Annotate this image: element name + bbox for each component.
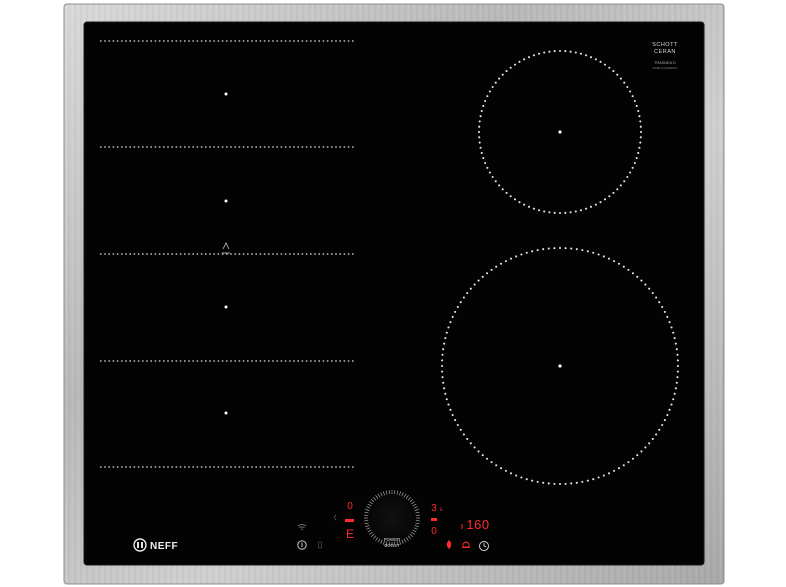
power-boost-line1: POWER	[384, 537, 401, 542]
zone-center-mark	[224, 92, 228, 96]
flex-divider-line	[100, 360, 354, 362]
zone-center-mark	[224, 199, 228, 203]
induction-hob: SCHOTT CERAN TRASNEA D MADE IN GERMANY N…	[63, 3, 725, 585]
ceramic-glass	[84, 22, 704, 565]
zone-center-mark	[558, 130, 562, 134]
glass-brand-line2: CERAN	[654, 49, 676, 55]
zone-center-mark	[224, 411, 228, 415]
mid-display-bottom: 0	[431, 526, 437, 537]
timer-display[interactable]: 160	[461, 517, 490, 532]
power-boost-line2: BOOST	[384, 543, 400, 548]
mid-display-top: 3	[431, 503, 437, 514]
zone-center-mark	[224, 305, 228, 309]
timer-value: 160	[466, 517, 489, 532]
left-display-top: 0	[347, 501, 353, 512]
flex-divider-line	[100, 253, 354, 255]
mid-display-small: s	[440, 507, 443, 513]
glass-small-text: MADE IN GERMANY	[653, 66, 678, 70]
glass-model: TRASNEA D	[654, 61, 676, 65]
flex-divider-line	[100, 40, 354, 42]
flex-divider-line	[100, 466, 354, 468]
flex-divider-line	[100, 146, 354, 148]
brand-logo-text: NEFF	[150, 541, 178, 552]
glass-brand-line1: SCHOTT	[652, 42, 678, 48]
zone-center-mark	[558, 364, 562, 368]
left-display-bottom: E	[346, 527, 354, 541]
